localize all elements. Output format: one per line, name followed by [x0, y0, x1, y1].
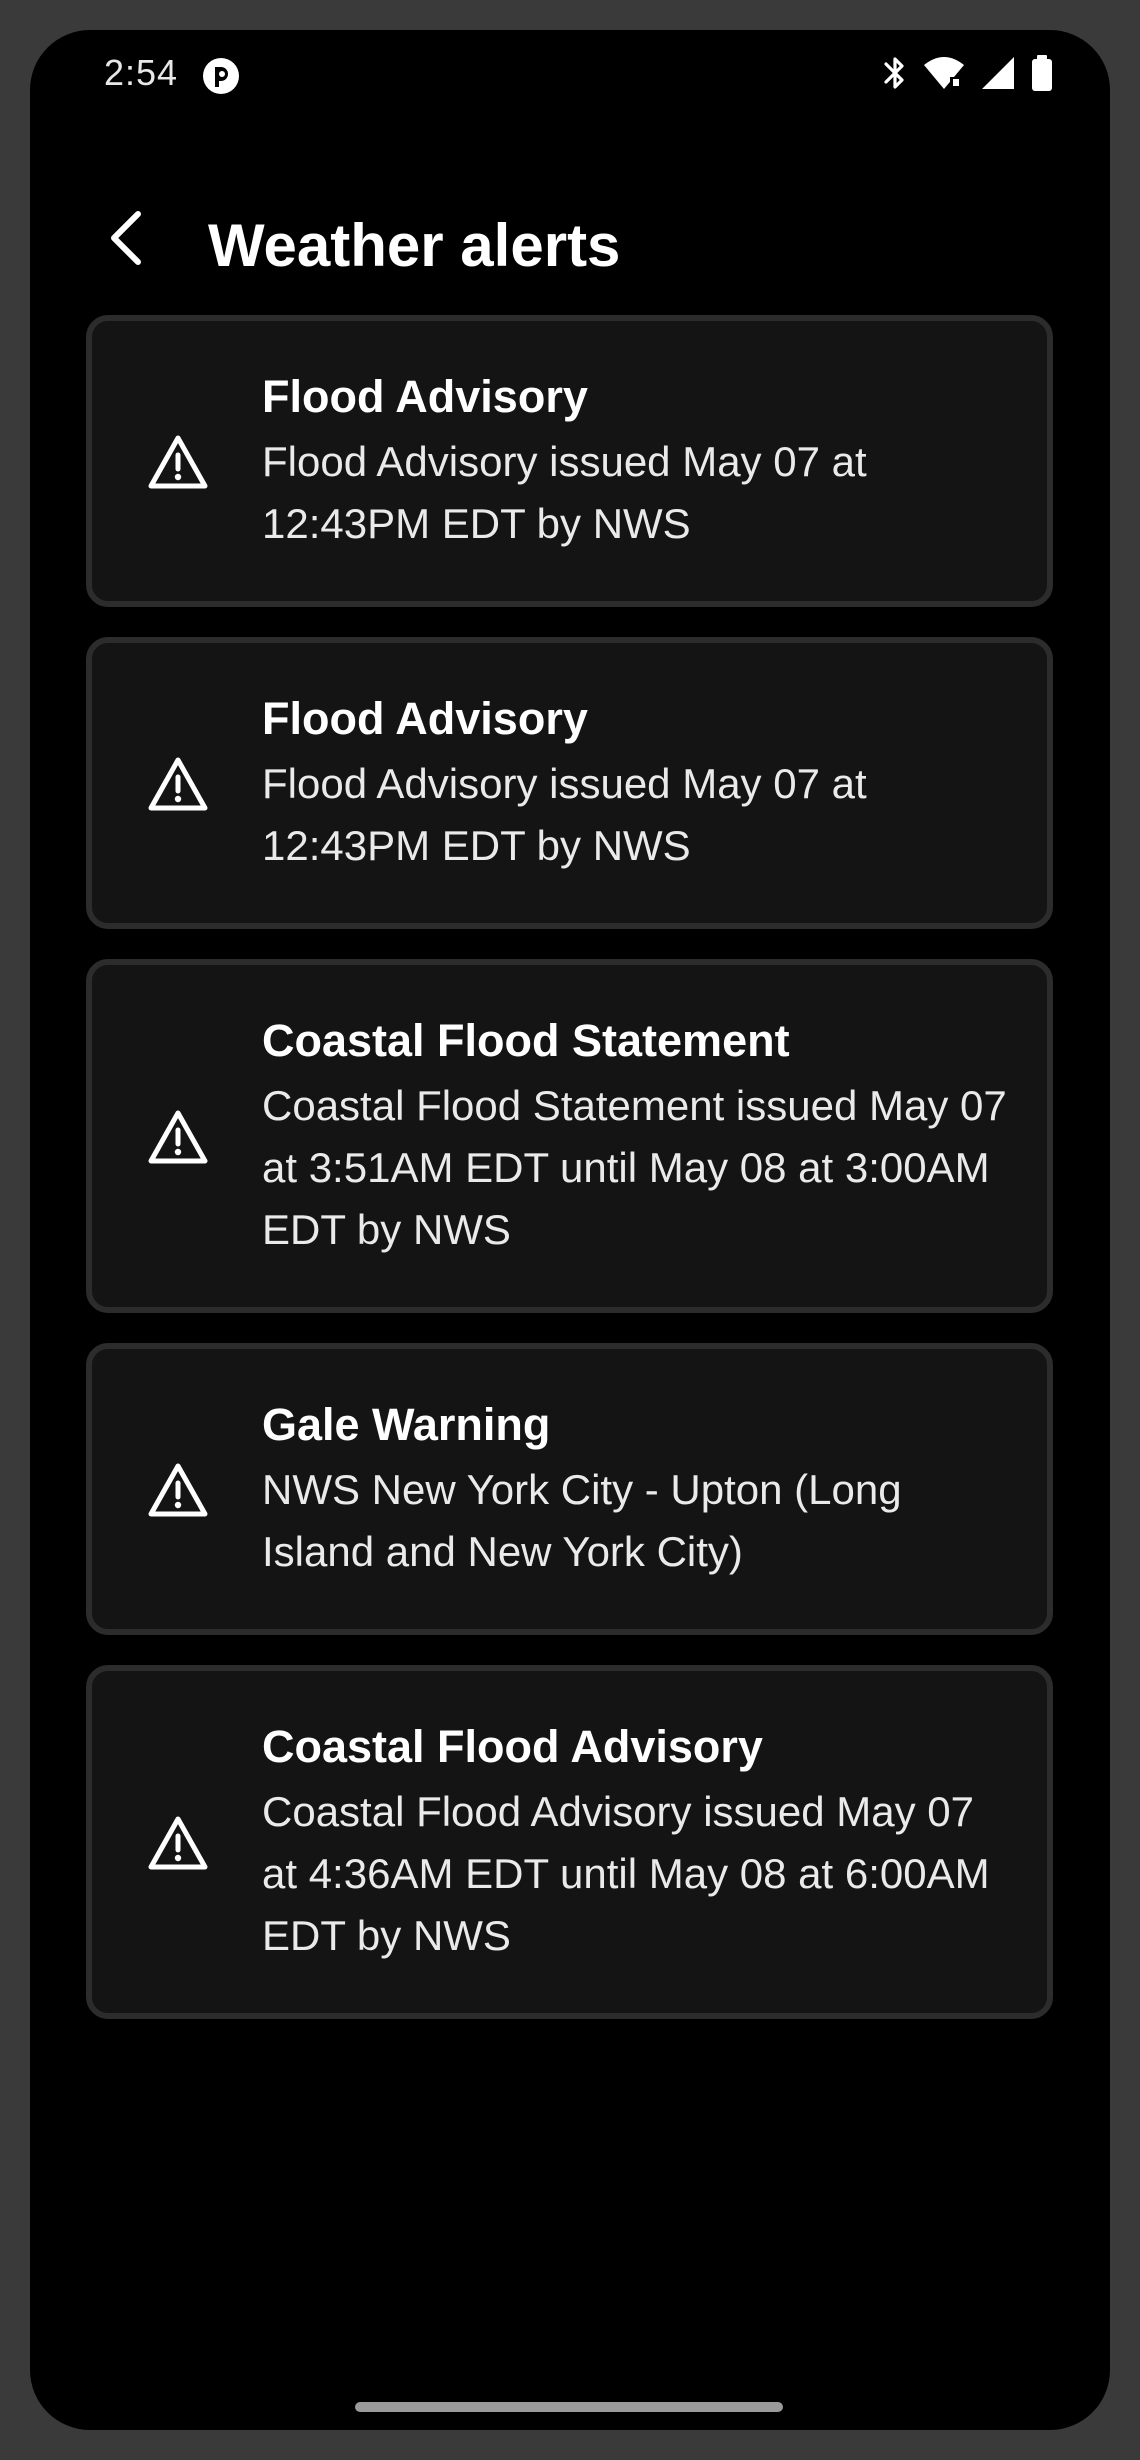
alert-card[interactable]: Coastal Flood Advisory Coastal Flood Adv…	[86, 1665, 1053, 2019]
alert-card[interactable]: Flood Advisory Flood Advisory issued May…	[86, 637, 1053, 929]
alert-description: Flood Advisory issued May 07 at 12:43PM …	[262, 438, 867, 547]
warning-triangle-icon	[146, 1458, 210, 1522]
page-title: Weather alerts	[208, 212, 621, 279]
warning-triangle-icon	[146, 752, 210, 816]
status-bar: 2:54	[30, 30, 1110, 120]
alert-text: Gale Warning NWS New York City - Upton (…	[262, 1397, 1007, 1583]
battery-icon	[1030, 54, 1054, 92]
app-bar: Weather alerts	[30, 180, 1110, 300]
warning-triangle-icon	[146, 1105, 210, 1169]
screen: 2:54 Weather alerts Flood Advisory Flood…	[30, 30, 1110, 2430]
wifi-icon	[922, 55, 966, 91]
cellular-signal-icon	[980, 55, 1016, 91]
alert-description: Coastal Flood Statement issued May 07 at…	[262, 1082, 1007, 1253]
alert-description: Coastal Flood Advisory issued May 07 at …	[262, 1788, 990, 1959]
alert-title: Gale Warning	[262, 1399, 551, 1450]
alert-card[interactable]: Coastal Flood Statement Coastal Flood St…	[86, 959, 1053, 1313]
warning-triangle-icon	[146, 430, 210, 494]
alert-title: Flood Advisory	[262, 371, 588, 422]
back-button[interactable]	[90, 204, 162, 276]
alert-title: Flood Advisory	[262, 693, 588, 744]
alert-description: NWS New York City - Upton (Long Island a…	[262, 1466, 902, 1575]
alert-text: Flood Advisory Flood Advisory issued May…	[262, 691, 1007, 877]
gesture-navigation-bar[interactable]	[355, 2402, 783, 2412]
alert-title: Coastal Flood Statement	[262, 1015, 790, 1066]
status-time: 2:54	[104, 52, 179, 93]
alert-text: Coastal Flood Statement Coastal Flood St…	[262, 1013, 1007, 1261]
alert-card[interactable]: Gale Warning NWS New York City - Upton (…	[86, 1343, 1053, 1635]
back-arrow-icon	[104, 208, 148, 273]
bluetooth-icon	[882, 54, 908, 92]
alert-title: Coastal Flood Advisory	[262, 1721, 763, 1772]
alert-description: Flood Advisory issued May 07 at 12:43PM …	[262, 760, 867, 869]
alert-text: Flood Advisory Flood Advisory issued May…	[262, 369, 1007, 555]
alert-text: Coastal Flood Advisory Coastal Flood Adv…	[262, 1719, 1007, 1967]
warning-triangle-icon	[146, 1811, 210, 1875]
app-notification-icon	[202, 57, 240, 95]
status-icons	[882, 54, 1054, 92]
alert-list: Flood Advisory Flood Advisory issued May…	[86, 315, 1053, 2049]
alert-card[interactable]: Flood Advisory Flood Advisory issued May…	[86, 315, 1053, 607]
device-frame: 2:54 Weather alerts Flood Advisory Flood…	[0, 0, 1140, 2460]
